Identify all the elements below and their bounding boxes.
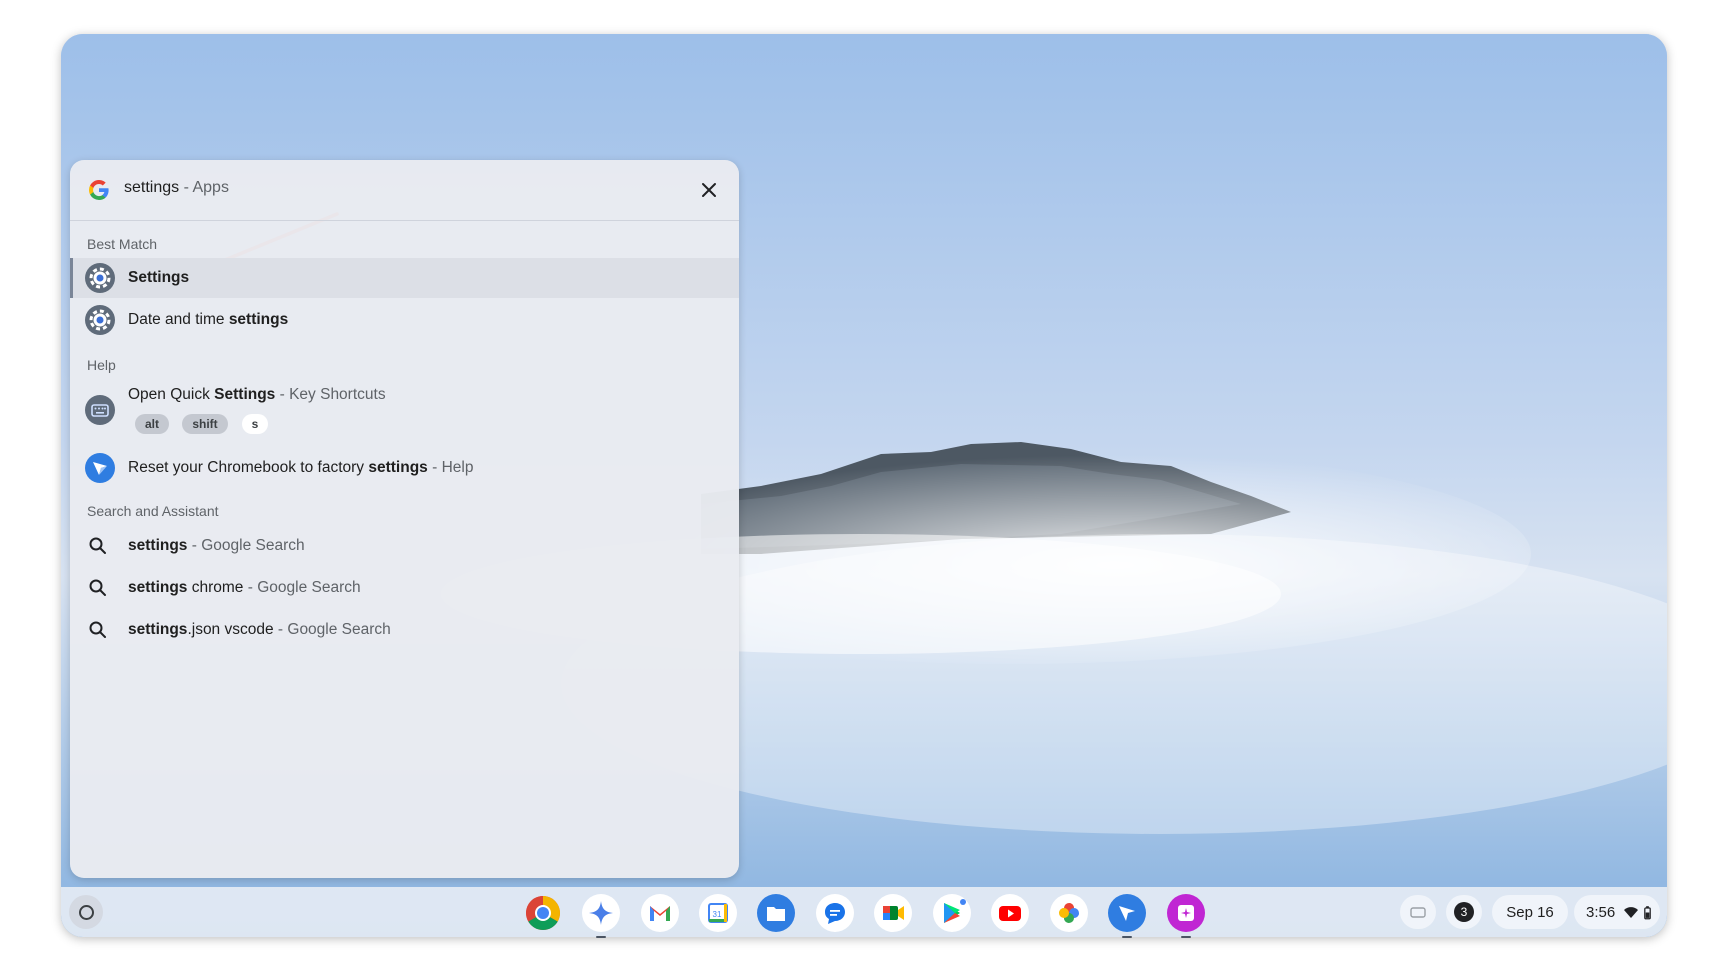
- result-settings[interactable]: Settings: [70, 258, 739, 298]
- result-label: Open Quick Settings - Key Shortcuts: [128, 386, 386, 404]
- gmail-icon[interactable]: [641, 894, 679, 932]
- svg-text:31: 31: [713, 910, 722, 919]
- chrome-icon-graphic: [526, 896, 560, 930]
- files-icon[interactable]: [757, 894, 795, 932]
- date-text: Sep 16: [1506, 903, 1554, 921]
- label-source: - Key Shortcuts: [275, 386, 386, 403]
- files-icon-graphic: [767, 907, 785, 921]
- section-title-best-match: Best Match: [87, 236, 158, 252]
- label-part: Date and time: [128, 311, 229, 328]
- photos-icon-graphic: [1059, 903, 1079, 923]
- photos-icon[interactable]: [1050, 894, 1088, 932]
- result-label: Date and time settings: [128, 311, 288, 329]
- search-query[interactable]: settings - Apps: [124, 179, 229, 197]
- search-icon: [89, 537, 106, 554]
- label-match: settings: [368, 459, 428, 476]
- notification-counter[interactable]: 3: [1446, 895, 1482, 929]
- play-store-icon[interactable]: [933, 894, 971, 932]
- phone-hub-graphic: [1410, 907, 1426, 918]
- result-reset-chromebook[interactable]: Reset your Chromebook to factory setting…: [70, 448, 739, 488]
- meet-icon[interactable]: [874, 894, 912, 932]
- explore-icon[interactable]: [1108, 894, 1146, 938]
- label-part: chrome: [187, 579, 244, 596]
- label-source: - Google Search: [243, 579, 361, 596]
- label-part: Reset your Chromebook to factory: [128, 459, 369, 476]
- youtube-icon[interactable]: [991, 894, 1029, 932]
- gear-icon: [85, 263, 115, 293]
- key-shift: shift: [182, 414, 228, 434]
- result-open-quick-settings[interactable]: Open Quick Settings - Key Shortcuts alt …: [70, 380, 739, 440]
- screencast-icon[interactable]: [1167, 894, 1205, 938]
- result-google-search[interactable]: settings.json vscode - Google Search: [70, 610, 739, 650]
- result-label: settings.json vscode - Google Search: [128, 621, 391, 639]
- meet-icon-graphic: [883, 906, 904, 920]
- result-label: settings chrome - Google Search: [128, 579, 361, 597]
- close-icon[interactable]: [697, 178, 721, 202]
- result-label: settings - Google Search: [128, 537, 305, 555]
- screencast-icon-graphic: [1178, 905, 1194, 921]
- time-text: 3:56: [1586, 903, 1616, 921]
- gear-icon: [85, 305, 115, 335]
- label-source: - Google Search: [273, 621, 391, 638]
- explore-icon: [85, 453, 115, 483]
- search-bar[interactable]: settings - Apps: [70, 160, 739, 221]
- label-match: Settings: [128, 269, 190, 286]
- search-icon: [89, 621, 106, 638]
- keyboard-icon: [85, 395, 115, 425]
- youtube-icon-graphic: [999, 906, 1021, 921]
- section-title-search-assistant: Search and Assistant: [87, 503, 219, 519]
- calendar-icon[interactable]: 31: [699, 894, 737, 932]
- label-match: settings: [128, 579, 188, 596]
- messages-icon[interactable]: [816, 894, 854, 932]
- gemini-icon[interactable]: [582, 894, 620, 938]
- date-button[interactable]: Sep 16: [1492, 895, 1568, 929]
- status-area[interactable]: 3:56: [1574, 895, 1660, 929]
- result-label: Settings: [128, 269, 189, 287]
- label-match: settings: [128, 537, 188, 554]
- wifi-icon: [1624, 907, 1639, 918]
- google-icon: [88, 180, 109, 201]
- search-query-text: settings: [124, 179, 180, 196]
- gmail-icon-graphic: [650, 906, 670, 921]
- result-date-time-settings[interactable]: Date and time settings: [70, 300, 739, 340]
- label-part: .json vscode: [187, 621, 274, 638]
- result-google-search[interactable]: settings - Google Search: [70, 526, 739, 566]
- label-match: settings: [128, 621, 188, 638]
- chrome-icon[interactable]: [524, 894, 562, 932]
- play-store-icon-graphic: [944, 899, 966, 923]
- result-label: Reset your Chromebook to factory setting…: [128, 459, 473, 477]
- search-icon: [89, 579, 106, 596]
- battery-icon: [1644, 905, 1652, 919]
- result-google-search[interactable]: settings chrome - Google Search: [70, 568, 739, 608]
- calendar-icon-graphic: 31: [708, 903, 728, 923]
- section-title-help: Help: [87, 357, 116, 373]
- phone-hub-icon[interactable]: [1400, 895, 1436, 929]
- label-source: - Google Search: [187, 537, 305, 554]
- gemini-icon-graphic: [589, 901, 613, 925]
- label-match: Settings: [214, 386, 276, 403]
- key-s: s: [242, 414, 268, 434]
- search-scope: - Apps: [179, 179, 229, 196]
- running-indicator: [596, 936, 606, 938]
- explore-icon-graphic: [1119, 906, 1135, 921]
- launcher-button[interactable]: [69, 895, 103, 929]
- running-indicator: [1122, 936, 1132, 938]
- messages-icon-graphic: [825, 903, 845, 924]
- label-source: - Help: [427, 459, 474, 476]
- notification-count: 3: [1454, 902, 1474, 922]
- key-alt: alt: [135, 414, 169, 434]
- launcher-search-panel: settings - Apps Best Match Settings Date…: [70, 160, 739, 878]
- shelf: 31 3 Sep 16 3:56: [61, 887, 1667, 938]
- running-indicator: [1181, 936, 1191, 938]
- label-match: settings: [228, 311, 289, 328]
- label-part: Open Quick: [128, 386, 215, 403]
